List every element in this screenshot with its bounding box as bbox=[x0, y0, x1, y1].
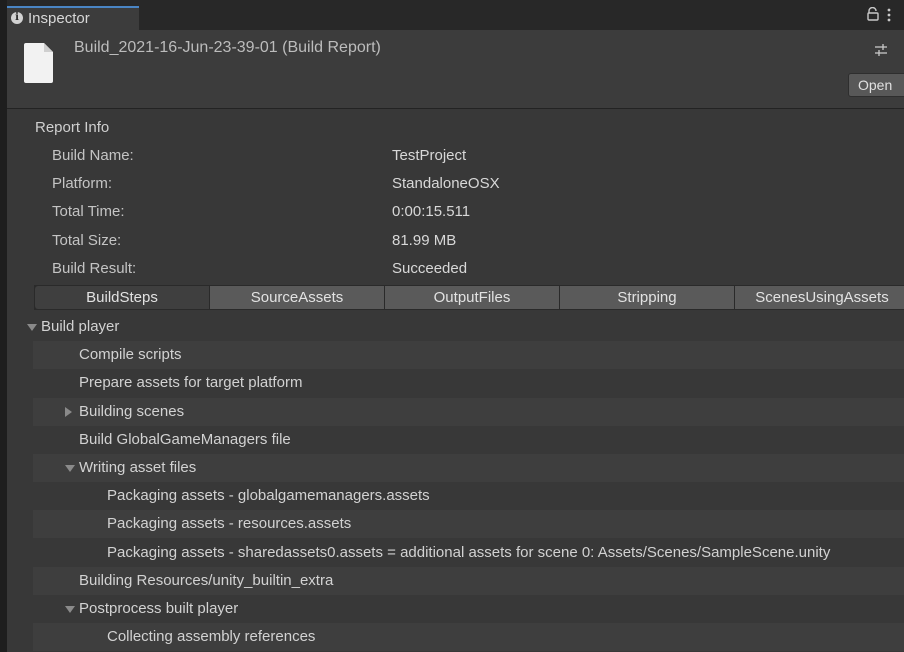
build-step-row[interactable]: Build GlobalGameManagers file bbox=[33, 426, 904, 454]
tab-label: Inspector bbox=[28, 10, 90, 27]
build-step-label: Building scenes bbox=[79, 402, 185, 420]
platform-value: StandaloneOSX bbox=[392, 175, 500, 192]
inspector-window: i Inspector Build_2021-16-Jun-23-39-01 (… bbox=[7, 0, 904, 652]
tab-buildsteps[interactable]: BuildSteps bbox=[35, 286, 210, 309]
tab-sourceassets[interactable]: SourceAssets bbox=[210, 286, 385, 309]
build-name-value: TestProject bbox=[392, 147, 467, 164]
info-icon: i bbox=[11, 12, 23, 24]
tab-bar: i Inspector bbox=[7, 0, 904, 30]
build-step-label: Build player bbox=[41, 318, 120, 335]
build-step-label: Building Resources/unity_builtin_extra bbox=[79, 571, 334, 589]
total-time-label: Total Time: bbox=[52, 203, 125, 220]
total-size-label: Total Size: bbox=[52, 232, 122, 249]
total-size-value: 81.99 MB bbox=[392, 232, 457, 249]
build-step-row[interactable]: Compile scripts bbox=[33, 341, 904, 370]
lock-icon[interactable] bbox=[866, 7, 880, 21]
build-step-row[interactable]: Collecting assembly references bbox=[33, 623, 904, 652]
report-info-heading: Report Info bbox=[35, 119, 110, 136]
build-step-label: Build GlobalGameManagers file bbox=[79, 430, 291, 448]
build-result-label: Build Result: bbox=[52, 260, 137, 277]
build-step-label: Compile scripts bbox=[79, 346, 182, 364]
build-step-label: Postprocess built player bbox=[79, 600, 239, 617]
tab-stripping[interactable]: Stripping bbox=[560, 286, 735, 309]
build-step-row[interactable]: Building Resources/unity_builtin_extra bbox=[33, 566, 904, 595]
build-step-row[interactable]: Packaging assets - resources.assets bbox=[33, 510, 904, 539]
report-toolbar: BuildSteps SourceAssets OutputFiles Stri… bbox=[34, 285, 904, 310]
total-time-value: 0:00:15.511 bbox=[392, 203, 471, 220]
expanded-arrow-icon[interactable] bbox=[65, 465, 75, 472]
build-step-label: Packaging assets - sharedassets0.assets … bbox=[107, 543, 831, 561]
expanded-arrow-icon[interactable] bbox=[27, 324, 37, 331]
build-step-row[interactable]: Packaging assets - globalgamemanagers.as… bbox=[33, 482, 904, 510]
build-step-row[interactable]: Prepare assets for target platform bbox=[33, 369, 904, 397]
platform-label: Platform: bbox=[52, 175, 113, 192]
file-icon bbox=[24, 43, 53, 83]
tab-outputfiles[interactable]: OutputFiles bbox=[385, 286, 560, 309]
build-step-row[interactable]: Building scenes bbox=[33, 397, 904, 426]
tab-scenesusingassets[interactable]: ScenesUsingAssets bbox=[735, 286, 904, 309]
inspector-header: Build_2021-16-Jun-23-39-01 (Build Report… bbox=[7, 30, 904, 109]
collapsed-arrow-icon[interactable] bbox=[65, 406, 72, 417]
tab-inspector[interactable]: i Inspector bbox=[7, 6, 139, 30]
build-step-label: Packaging assets - resources.assets bbox=[107, 515, 352, 533]
build-step-label: Prepare assets for target platform bbox=[79, 374, 303, 392]
build-step-label: Packaging assets - globalgamemanagers.as… bbox=[107, 487, 430, 505]
kebab-menu-icon[interactable] bbox=[885, 7, 893, 23]
build-result-value: Succeeded bbox=[392, 260, 468, 277]
settings-sliders-icon[interactable] bbox=[873, 43, 889, 57]
build-step-row[interactable]: Writing asset files bbox=[33, 454, 904, 482]
build-step-label: Writing asset files bbox=[79, 459, 197, 476]
build-step-row[interactable]: Packaging assets - sharedassets0.assets … bbox=[33, 539, 904, 567]
asset-title: Build_2021-16-Jun-23-39-01 (Build Report… bbox=[74, 39, 381, 56]
build-name-label: Build Name: bbox=[52, 147, 134, 164]
build-step-row[interactable]: Postprocess built player bbox=[33, 595, 904, 623]
build-step-label: Collecting assembly references bbox=[107, 628, 316, 646]
expanded-arrow-icon[interactable] bbox=[65, 606, 75, 613]
build-step-row[interactable]: Build player bbox=[27, 313, 904, 341]
open-button[interactable]: Open bbox=[848, 73, 904, 97]
